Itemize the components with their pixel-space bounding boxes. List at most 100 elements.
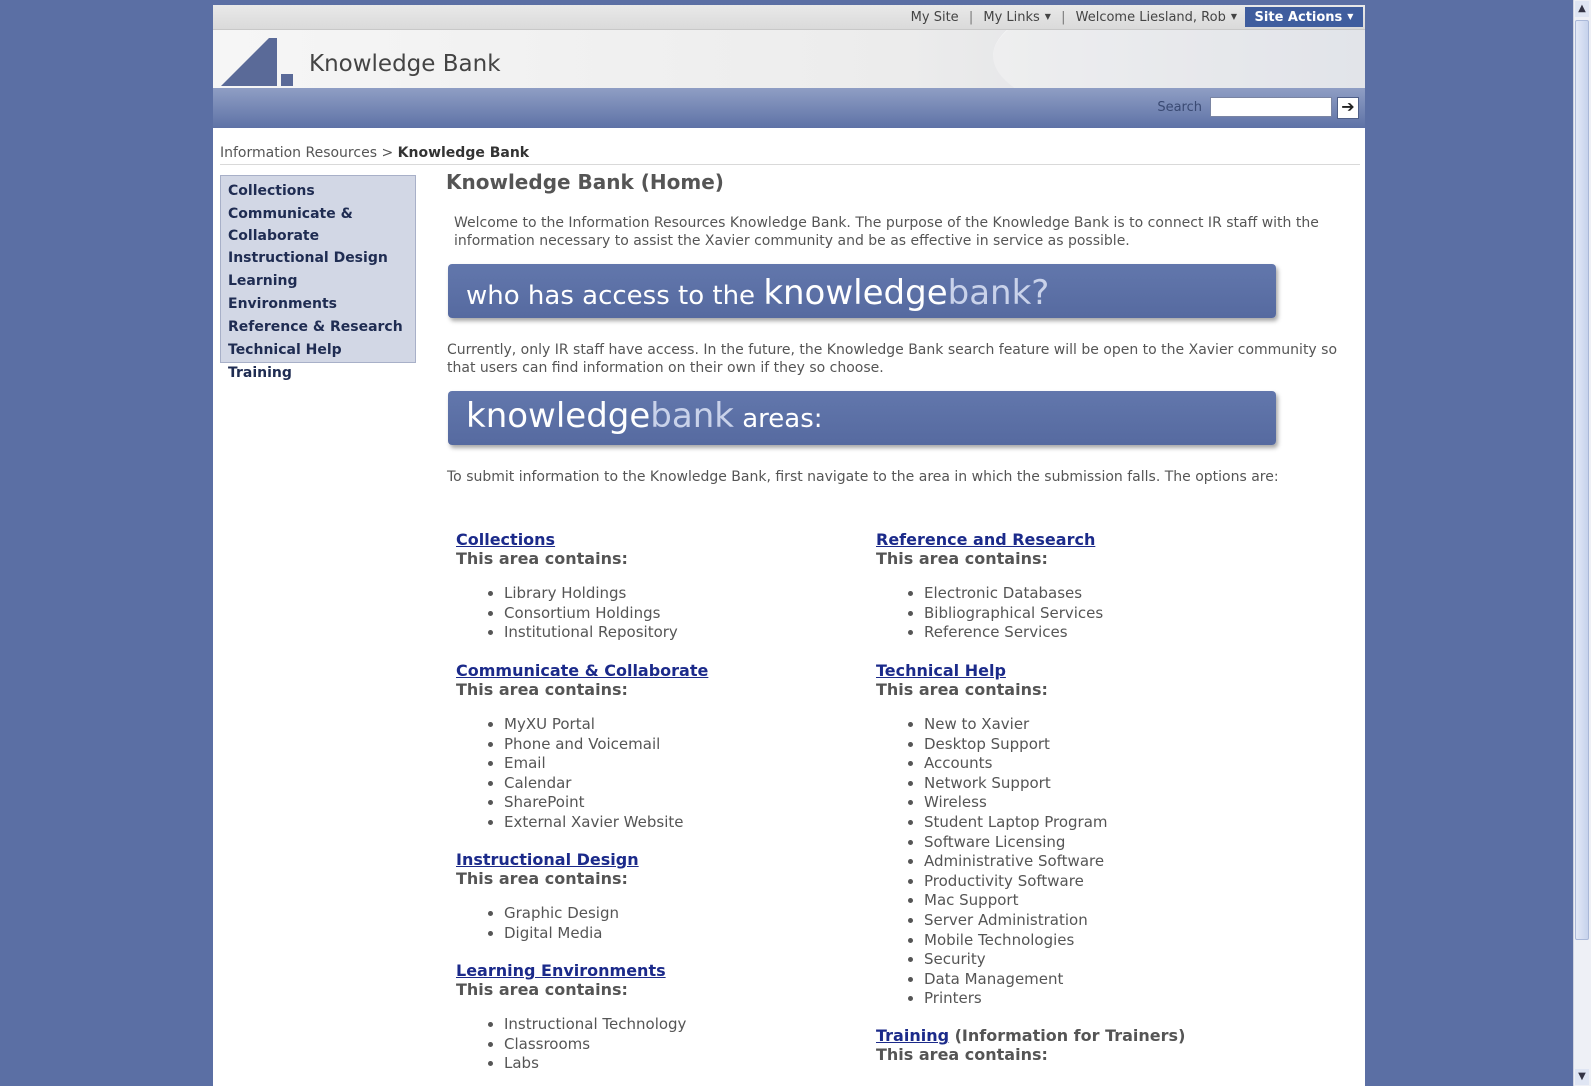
- list-item: External Xavier Website: [504, 813, 856, 833]
- breadcrumb-current: Knowledge Bank: [397, 145, 530, 161]
- list-item: Consortium Holdings: [504, 604, 856, 624]
- site-actions-label: Site Actions: [1254, 10, 1343, 25]
- list-item: Productivity Software: [924, 872, 1276, 892]
- my-site-link[interactable]: My Site: [911, 10, 959, 25]
- list-item: Labs: [504, 1054, 856, 1074]
- site-actions-button[interactable]: Site Actions ▼: [1245, 7, 1363, 27]
- arrow-right-icon: ➔: [1341, 97, 1355, 116]
- area-list: MyXU Portal Phone and Voicemail Email Ca…: [456, 715, 856, 833]
- area-learning-environments: Learning Environments This area contains…: [456, 961, 856, 1074]
- chevron-down-icon: ▼: [1347, 12, 1354, 21]
- banner-text-part: knowledge: [763, 273, 948, 313]
- area-technical-help: Technical Help This area contains: New t…: [876, 661, 1276, 1009]
- list-item: Electronic Databases: [924, 584, 1276, 604]
- list-item: MyXU Portal: [504, 715, 856, 735]
- list-item: Digital Media: [504, 924, 856, 944]
- list-item: Mobile Technologies: [924, 931, 1276, 951]
- area-training: Training (Information for Trainers) This…: [876, 1026, 1276, 1064]
- banner-swoosh: [993, 30, 1365, 88]
- banner-text-part: who has access to the: [466, 281, 764, 311]
- list-item: Administrative Software: [924, 852, 1276, 872]
- area-link[interactable]: Instructional Design: [456, 850, 856, 869]
- nav-item-technical-help[interactable]: Technical Help: [228, 339, 409, 362]
- list-item: Email: [504, 754, 856, 774]
- area-reference-research: Reference and Research This area contain…: [876, 530, 1276, 643]
- page-title: Knowledge Bank (Home): [446, 170, 724, 194]
- list-item: Calendar: [504, 774, 856, 794]
- banner-text-part: knowledge: [466, 396, 651, 436]
- list-item: Desktop Support: [924, 735, 1276, 755]
- list-item: New to Xavier: [924, 715, 1276, 735]
- chevron-down-icon: ▼: [1044, 12, 1051, 21]
- banner-text-part: bank: [650, 396, 734, 436]
- list-item: Printers: [924, 989, 1276, 1009]
- area-heading: Training (Information for Trainers): [876, 1026, 1276, 1045]
- area-list: Graphic Design Digital Media: [456, 904, 856, 943]
- search-bar: Search ➔: [213, 88, 1365, 128]
- scroll-down-button[interactable]: ▼: [1575, 1069, 1589, 1085]
- list-item: Bibliographical Services: [924, 604, 1276, 624]
- banner-text-part: areas:: [733, 404, 823, 434]
- chevron-down-icon: ▼: [1230, 12, 1237, 21]
- top-links: My Site | My Links ▼ | Welcome Liesland, …: [911, 10, 1237, 25]
- intro-text: Welcome to the Information Resources Kno…: [454, 215, 1319, 249]
- search-go-button[interactable]: ➔: [1337, 97, 1359, 119]
- area-link[interactable]: Collections: [456, 530, 856, 549]
- nav-item-learning-environments[interactable]: Learning Environments: [228, 270, 409, 316]
- area-contains-label: This area contains:: [876, 549, 1048, 568]
- scroll-thumb[interactable]: [1575, 20, 1589, 940]
- site-title: Knowledge Bank: [309, 51, 501, 77]
- list-item: Security: [924, 950, 1276, 970]
- list-item: Accounts: [924, 754, 1276, 774]
- list-item: Software Licensing: [924, 833, 1276, 853]
- scroll-up-button[interactable]: ▲: [1575, 1, 1589, 17]
- my-links-label: My Links: [983, 10, 1040, 25]
- breadcrumb: Information Resources > Knowledge Bank: [220, 145, 1360, 165]
- nav-item-collections[interactable]: Collections: [228, 180, 409, 203]
- list-item: Phone and Voicemail: [504, 735, 856, 755]
- area-list: Library Holdings Consortium Holdings Ins…: [456, 584, 856, 643]
- area-list: Electronic Databases Bibliographical Ser…: [876, 584, 1276, 643]
- area-link[interactable]: Reference and Research: [876, 530, 1276, 549]
- top-utility-bar: My Site | My Links ▼ | Welcome Liesland, …: [213, 5, 1365, 30]
- access-text: Currently, only IR staff have access. In…: [447, 342, 1338, 376]
- list-item: Wireless: [924, 793, 1276, 813]
- area-note: (Information for Trainers): [949, 1026, 1186, 1045]
- area-link[interactable]: Technical Help: [876, 661, 1276, 680]
- list-item: Library Holdings: [504, 584, 856, 604]
- list-item: Classrooms: [504, 1035, 856, 1055]
- page: My Site | My Links ▼ | Welcome Liesland, …: [213, 5, 1365, 1086]
- area-contains-label: This area contains:: [456, 869, 628, 888]
- breadcrumb-separator: >: [381, 145, 394, 161]
- access-banner: who has access to the knowledgebank?: [448, 264, 1276, 318]
- search-input[interactable]: [1210, 97, 1332, 117]
- area-link[interactable]: Training: [876, 1026, 949, 1045]
- list-item: Mac Support: [924, 891, 1276, 911]
- nav-item-instructional-design[interactable]: Instructional Design: [228, 247, 409, 270]
- list-item: SharePoint: [504, 793, 856, 813]
- list-item: Institutional Repository: [504, 623, 856, 643]
- vertical-scrollbar[interactable]: ▲ ▼: [1573, 0, 1591, 1086]
- area-contains-label: This area contains:: [876, 680, 1048, 699]
- nav-item-training[interactable]: Training: [228, 362, 409, 385]
- breadcrumb-parent-link[interactable]: Information Resources: [220, 145, 377, 161]
- area-contains-label: This area contains:: [456, 980, 628, 999]
- list-item: Reference Services: [924, 623, 1276, 643]
- welcome-user-menu[interactable]: Welcome Liesland, Rob ▼: [1076, 10, 1237, 25]
- area-instructional-design: Instructional Design This area contains:…: [456, 850, 856, 943]
- banner-text-part: bank?: [947, 273, 1050, 313]
- area-link[interactable]: Learning Environments: [456, 961, 856, 980]
- list-item: Instructional Technology: [504, 1015, 856, 1035]
- logo-icon: [221, 38, 293, 86]
- my-links-menu[interactable]: My Links ▼: [983, 10, 1051, 25]
- nav-item-reference-research[interactable]: Reference & Research: [228, 316, 409, 339]
- list-item: Server Administration: [924, 911, 1276, 931]
- list-item: Graphic Design: [504, 904, 856, 924]
- area-list: New to Xavier Desktop Support Accounts N…: [876, 715, 1276, 1009]
- area-contains-label: This area contains:: [456, 680, 628, 699]
- area-link[interactable]: Communicate & Collaborate: [456, 661, 856, 680]
- list-item: Student Laptop Program: [924, 813, 1276, 833]
- area-collections: Collections This area contains: Library …: [456, 530, 856, 643]
- area-list: Instructional Technology Classrooms Labs: [456, 1015, 856, 1074]
- nav-item-communicate-collaborate[interactable]: Communicate & Collaborate: [228, 203, 358, 247]
